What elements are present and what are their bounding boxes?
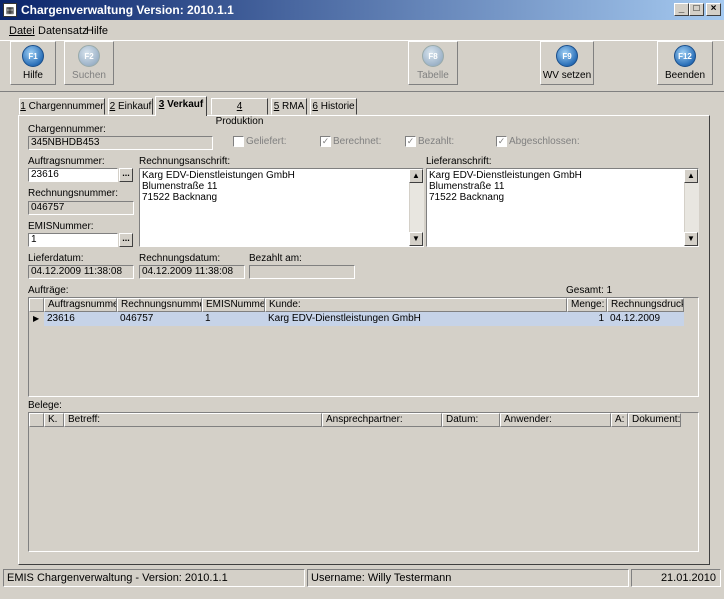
column-header-dokument[interactable]: Dokument: — [628, 413, 681, 427]
wv-setzen-button[interactable]: F9 WV setzen — [540, 41, 594, 85]
f8-key-icon: F8 — [422, 45, 444, 67]
column-header-rechnungsnummer[interactable]: Rechnungsnummer: — [117, 298, 202, 312]
f2-key-icon: F2 — [78, 45, 100, 67]
tab-einkauf[interactable]: 2 Einkauf — [108, 98, 153, 115]
belege-label: Belege: — [28, 400, 62, 411]
belege-grid[interactable] — [28, 412, 699, 552]
column-header-kunde[interactable]: Kunde: — [265, 298, 567, 312]
window-title: Chargenverwaltung Version: 2010.1.1 — [21, 3, 234, 17]
berechnet-checkbox[interactable]: ✓ — [320, 136, 331, 147]
emisnummer-field[interactable]: 1 — [28, 233, 118, 247]
abgeschlossen-checkbox[interactable]: ✓ — [496, 136, 507, 147]
cell-menge: 1 — [598, 313, 604, 324]
column-header-rechnungsdruck[interactable]: Rechnungsdruck: — [607, 298, 684, 312]
menu-bar — [0, 21, 724, 39]
column-header-a[interactable]: A: — [611, 413, 628, 427]
rechnungsdatum-label: Rechnungsdatum: — [139, 253, 221, 264]
grid-indicator-header — [29, 298, 44, 312]
tab-historie[interactable]: 6 Historie — [310, 98, 357, 115]
app-icon: ▦ — [3, 3, 17, 17]
scroll-up-icon[interactable]: ▲ — [409, 169, 423, 183]
geliefert-label: Geliefert: — [246, 136, 287, 147]
minimize-button[interactable]: _ — [674, 3, 689, 16]
chargennummer-label: Chargennummer: — [28, 124, 106, 135]
abgeschlossen-label: Abgeschlossen: — [509, 136, 580, 147]
rechnungsnummer-field[interactable]: 046757 — [28, 201, 134, 215]
geliefert-checkbox[interactable] — [233, 136, 244, 147]
column-header-emisnummer[interactable]: EMISNummer: — [202, 298, 265, 312]
scroll-down-icon[interactable]: ▼ — [409, 232, 423, 246]
tab-chargennummer[interactable]: 1 Chargennummer — [19, 98, 105, 115]
rechnungsnummer-label: Rechnungsnummer: — [28, 188, 119, 199]
cell-rechnungsnummer: 046757 — [120, 313, 154, 324]
lieferdatum-field[interactable]: 04.12.2009 11:38:08 — [28, 265, 134, 279]
bezahlt-am-field[interactable] — [249, 265, 355, 279]
emisnummer-label: EMISNummer: — [28, 221, 94, 232]
cell-emisnummer: 1 — [205, 313, 211, 324]
f12-key-icon: F12 — [674, 45, 696, 67]
help-button[interactable]: F1 Hilfe — [10, 41, 56, 85]
table-row[interactable]: ▶ 23616 046757 1 Karg EDV-Dienstleistung… — [29, 312, 684, 326]
gesamt-count: Gesamt: 1 — [566, 285, 613, 296]
tab-rma[interactable]: 5 RMA — [271, 98, 307, 115]
column-header-menge[interactable]: Menge: — [567, 298, 607, 312]
menu-datei[interactable]: Datei — [9, 25, 35, 37]
cell-rechnungsdruck: 04.12.2009 — [610, 313, 661, 324]
close-button[interactable]: × — [706, 3, 721, 16]
column-header-auftragsnummer[interactable]: Auftragsnummer: — [44, 298, 117, 312]
column-header-anwender[interactable]: Anwender: — [500, 413, 611, 427]
table-button[interactable]: F8 Tabelle — [408, 41, 458, 85]
auftragsnummer-field[interactable]: 23616 — [28, 168, 118, 182]
column-header-k[interactable]: K. — [44, 413, 64, 427]
auftragsnummer-lookup-button[interactable]: ... — [119, 168, 133, 182]
tab-verkauf[interactable]: 3 Verkauf — [155, 96, 207, 116]
cell-kunde: Karg EDV-Dienstleistungen GmbH — [268, 313, 421, 324]
scroll-up-icon[interactable]: ▲ — [684, 169, 698, 183]
bezahlt-label: Bezahlt: — [418, 136, 455, 147]
column-header-ansprechpartner[interactable]: Ansprechpartner: — [322, 413, 442, 427]
column-header-datum[interactable]: Datum: — [442, 413, 500, 427]
status-date: 21.01.2010 — [631, 569, 721, 587]
menu-datensatz[interactable]: Datensatz — [38, 25, 88, 37]
lieferanschrift-label: Lieferanschrift: — [426, 156, 492, 167]
auftraege-label: Aufträge: — [28, 285, 69, 296]
auftragsnummer-label: Auftragsnummer: — [28, 156, 105, 167]
tab-produktion[interactable]: 4 Produktion — [211, 98, 268, 127]
f9-key-icon: F9 — [556, 45, 578, 67]
bezahlt-am-label: Bezahlt am: — [249, 253, 302, 264]
emisnummer-lookup-button[interactable]: ... — [119, 233, 133, 247]
maximize-button[interactable]: □ — [689, 3, 704, 16]
rechnungsanschrift-label: Rechnungsanschrift: — [139, 156, 231, 167]
lieferanschrift-memo[interactable]: Karg EDV-Dienstleistungen GmbH Blumenstr… — [426, 168, 699, 247]
cell-auftragsnummer: 23616 — [47, 313, 75, 324]
lieferdatum-label: Lieferdatum: — [28, 253, 84, 264]
berechnet-label: Berechnet: — [333, 136, 382, 147]
exit-button[interactable]: F12 Beenden — [657, 41, 713, 85]
menu-hilfe[interactable]: Hilfe — [86, 25, 108, 37]
column-header-betreff[interactable]: Betreff: — [64, 413, 322, 427]
chargennummer-field[interactable]: 345NBHDB453 — [28, 136, 213, 150]
rechnungsanschrift-memo[interactable]: Karg EDV-Dienstleistungen GmbH Blumenstr… — [139, 168, 424, 247]
bezahlt-checkbox[interactable]: ✓ — [405, 136, 416, 147]
row-indicator-icon: ▶ — [29, 312, 44, 326]
rechnungsdatum-field[interactable]: 04.12.2009 11:38:08 — [139, 265, 245, 279]
status-app-version: EMIS Chargenverwaltung - Version: 2010.1… — [3, 569, 305, 587]
search-button[interactable]: F2 Suchen — [64, 41, 114, 85]
f1-key-icon: F1 — [22, 45, 44, 67]
grid-indicator-header — [29, 413, 44, 427]
status-username: Username: Willy Testermann — [307, 569, 629, 587]
scroll-down-icon[interactable]: ▼ — [684, 232, 698, 246]
